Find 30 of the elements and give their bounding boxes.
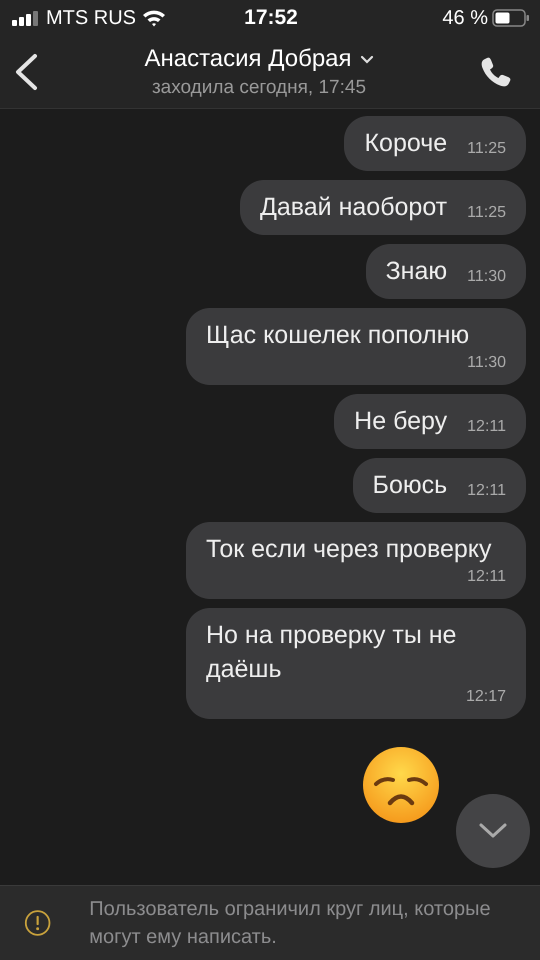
message-text: Короче (364, 128, 448, 159)
message-bubble[interactable]: Ток если через проверку 12:11 (186, 522, 526, 599)
message-text: Ток если через проверку (206, 534, 492, 565)
message-text: Не беру (354, 406, 448, 437)
message-bubble[interactable]: Боюсь 12:11 (352, 458, 526, 513)
message-text: Но на проверку ты не даёшь (206, 620, 458, 685)
message-time: 12:11 (466, 481, 506, 501)
message-bubble[interactable]: Короче 11:25 (344, 116, 526, 171)
message-text: Боюсь (372, 470, 448, 501)
message-time: 12:17 (464, 687, 506, 707)
message-time: 11:30 (466, 353, 506, 373)
contact-name[interactable]: Анастасия Добрая (144, 45, 352, 73)
message-bubble[interactable]: Щас кошелек пополню 11:30 (186, 308, 526, 385)
message-text: Знаю (386, 256, 448, 287)
battery-percent: 46 % (442, 6, 488, 30)
message-bubble[interactable]: Но на проверку ты не даёшь 12:17 (186, 608, 526, 719)
status-time: 17:52 (244, 6, 298, 30)
message-time: 12:11 (466, 567, 506, 587)
message-bubble[interactable]: Не беру 12:11 (334, 394, 526, 449)
message-time: 11:30 (466, 267, 506, 287)
message-text: Давай наоборот (260, 192, 448, 223)
message-bubble[interactable]: Давай наоборот 11:25 (240, 180, 526, 235)
last-seen-status: заходила сегодня, 17:45 (152, 77, 366, 99)
carrier-name: MTS RUS (46, 6, 136, 30)
message-time: 12:11 (466, 417, 506, 437)
message-bubble[interactable]: Знаю 11:30 (366, 244, 526, 299)
message-time: 11:25 (466, 139, 506, 159)
restriction-message: Пользователь ограничил круг лиц, которые могут ему написать. (89, 897, 492, 950)
message-text: Щас кошелек пополню (206, 320, 470, 351)
message-time: 11:25 (466, 203, 506, 223)
